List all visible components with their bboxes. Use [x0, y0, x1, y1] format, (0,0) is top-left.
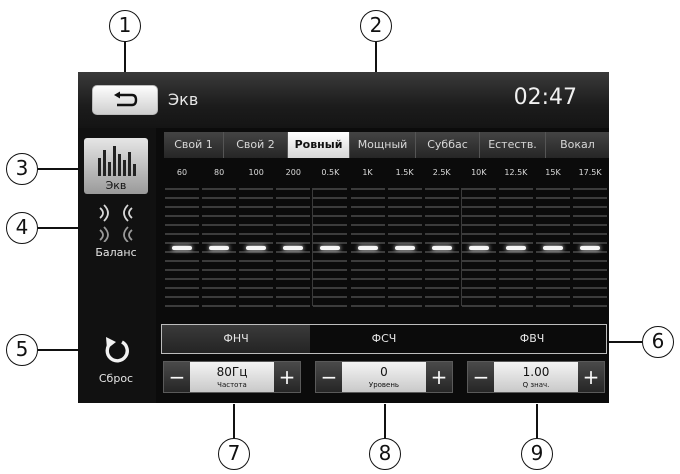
band-frequency-label: 1K — [362, 168, 373, 177]
top-bar: Экв 02:47 — [78, 72, 609, 128]
band-frequency-label: 0.5K — [321, 168, 340, 177]
band-slider-knob[interactable] — [357, 246, 378, 250]
preset-tab-3[interactable]: Ровный — [288, 132, 350, 158]
sidebar-item-balance[interactable]: Баланс — [84, 202, 148, 262]
head-unit-screen: Экв 02:47 Экв Баланс Сброс Свой 1 Свой 2… — [78, 72, 609, 403]
frequency-plus-button[interactable]: + — [274, 362, 300, 392]
band-slider-knob[interactable] — [505, 246, 526, 250]
speaker-balance-icon — [99, 204, 133, 242]
band-frequency-label: 200 — [285, 168, 301, 177]
frequency-minus-button[interactable]: − — [164, 362, 190, 392]
band-group-divider — [312, 188, 314, 306]
tab-hpf[interactable]: ФВЧ — [458, 325, 606, 353]
back-button[interactable] — [92, 85, 158, 115]
leader-line-6 — [606, 341, 642, 343]
frequency-display: 80Гц Частота — [190, 362, 274, 392]
band-slider-knob[interactable] — [320, 246, 341, 250]
frequency-label: Частота — [217, 381, 247, 389]
callout-7: 7 — [218, 438, 250, 470]
preset-tab-5[interactable]: Суббас — [416, 132, 480, 158]
band-slider-knob[interactable] — [431, 246, 452, 250]
tab-mpf[interactable]: ФСЧ — [310, 325, 458, 353]
band-group-divider — [460, 188, 462, 306]
band-slider-knob[interactable] — [394, 246, 415, 250]
leader-line-7 — [233, 404, 235, 438]
band-slider-knob[interactable] — [468, 246, 489, 250]
preset-tab-4[interactable]: Мощный — [350, 132, 416, 158]
band-frequency-label: 12.5K — [504, 168, 528, 177]
q-value-display: 1.00 Q знач. — [494, 362, 578, 392]
band-frequency-label: 10K — [471, 168, 487, 177]
preset-tab-7[interactable]: Вокал — [546, 132, 609, 158]
q-value-label: Q знач. — [522, 381, 550, 389]
callout-1: 1 — [109, 10, 141, 42]
band-slider-knob[interactable] — [543, 246, 563, 250]
level-display: 0 Уровень — [342, 362, 426, 392]
side-menu: Экв Баланс Сброс — [78, 128, 156, 403]
callout-6: 6 — [642, 326, 674, 358]
callout-2: 2 — [360, 10, 392, 42]
band-frequency-label: 1.5K — [395, 168, 414, 177]
band-slider-knob[interactable] — [246, 246, 267, 250]
manual-figure: 1 2 3 4 5 6 7 8 9 Экв 02:47 Экв Баланс С… — [0, 0, 680, 474]
callout-8: 8 — [369, 438, 401, 470]
level-minus-button[interactable]: − — [316, 362, 342, 392]
band-slider-knob[interactable] — [283, 246, 304, 250]
q-value: 1.00 — [522, 365, 550, 379]
sidebar-item-balance-label: Баланс — [95, 246, 137, 259]
band-frequency-label: 17.5K — [578, 168, 602, 177]
band-frequency-label: 60 — [176, 168, 188, 177]
reset-arrow-icon — [105, 337, 129, 363]
back-arrow-icon — [114, 91, 138, 107]
equalizer-sliders: 60 80 100 200 0.5K 1K 1.5K 2.5K 10K 12.5K 15K 17.5K — [164, 168, 609, 318]
screen-title: Экв — [168, 90, 199, 109]
level-label: Уровень — [368, 381, 400, 389]
band-slider-knob[interactable] — [580, 246, 601, 250]
preset-tab-6[interactable]: Естеств. — [480, 132, 546, 158]
frequency-value: 80Гц — [216, 365, 248, 379]
band-slider-knob[interactable] — [172, 246, 192, 250]
band-frequency-label: 100 — [248, 168, 264, 177]
band-frequency-label: 15K — [545, 168, 561, 177]
callout-5: 5 — [6, 334, 38, 366]
q-value-stepper: − 1.00 Q знач. + — [467, 361, 605, 393]
band-frequency-label: 2.5K — [432, 168, 451, 177]
band-frequency-label: 80 — [214, 168, 225, 177]
leader-line-9 — [536, 404, 538, 438]
sidebar-item-reset-label: Сброс — [98, 372, 134, 385]
clock: 02:47 — [513, 85, 577, 110]
frequency-stepper: − 80Гц Частота + — [163, 361, 301, 393]
callout-3: 3 — [6, 153, 38, 185]
q-value-plus-button[interactable]: + — [578, 362, 604, 392]
level-stepper: − 0 Уровень + — [315, 361, 453, 393]
sidebar-item-reset[interactable]: Сброс — [84, 328, 148, 390]
preset-tab-1[interactable]: Свой 1 — [164, 132, 224, 158]
q-value-minus-button[interactable]: − — [468, 362, 494, 392]
band-slider-knob[interactable] — [209, 246, 230, 250]
sidebar-item-eq-label: Экв — [105, 179, 127, 192]
level-value: 0 — [380, 365, 388, 379]
level-plus-button[interactable]: + — [426, 362, 452, 392]
callout-9: 9 — [521, 438, 553, 470]
callout-4: 4 — [6, 212, 38, 244]
filter-tab-bar: ФНЧ ФСЧ ФВЧ — [161, 324, 607, 354]
sidebar-item-eq[interactable]: Экв — [84, 138, 148, 194]
preset-tab-bar: Свой 1 Свой 2 Ровный Мощный Суббас Естеств. Во… — [164, 132, 609, 158]
preset-tab-2[interactable]: Свой 2 — [224, 132, 288, 158]
tab-lpf[interactable]: ФНЧ — [162, 325, 310, 353]
leader-line-8 — [384, 404, 386, 438]
equalizer-bars-icon — [98, 146, 136, 176]
